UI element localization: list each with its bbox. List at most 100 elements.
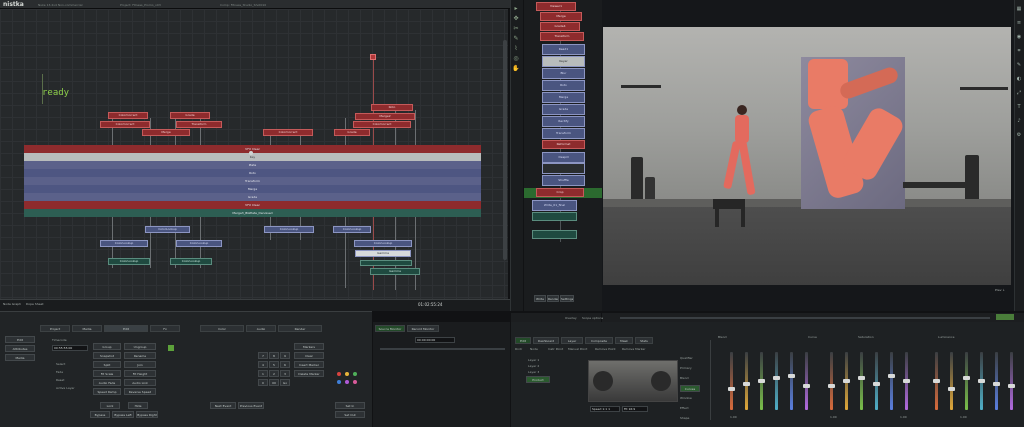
property-label[interactable]: Window bbox=[680, 396, 692, 400]
node-list-item[interactable] bbox=[532, 230, 577, 239]
property-label[interactable]: Effect bbox=[680, 406, 689, 410]
color-slider[interactable] bbox=[828, 352, 835, 410]
node-list-item[interactable]: Roto bbox=[542, 80, 585, 91]
slider-knob[interactable] bbox=[978, 379, 985, 383]
marker-button[interactable]: Delete Marker bbox=[294, 370, 324, 377]
node[interactable]: Grade bbox=[170, 112, 210, 119]
node-list-item[interactable]: Write_01_final bbox=[532, 200, 577, 211]
blade-tool-icon[interactable]: ✂ bbox=[512, 25, 520, 33]
node[interactable]: ColorLookup bbox=[176, 240, 222, 247]
overlay-label[interactable]: Overlay bbox=[565, 316, 577, 320]
color-slider[interactable] bbox=[728, 352, 735, 410]
node[interactable]: ColorLookup bbox=[145, 226, 190, 233]
tab-node-graph[interactable]: Node Graph bbox=[3, 302, 21, 306]
slider-knob[interactable] bbox=[948, 387, 955, 391]
subtab[interactable]: Manual Point bbox=[568, 347, 587, 351]
marker-button[interactable]: Set Out bbox=[335, 411, 365, 418]
color-slider[interactable] bbox=[963, 352, 970, 410]
slider-knob[interactable] bbox=[773, 376, 780, 380]
tab-dope-sheet[interactable]: Dope Sheet bbox=[26, 302, 44, 306]
slider-knob[interactable] bbox=[963, 376, 970, 380]
checkbox-label[interactable]: Fade bbox=[56, 370, 63, 374]
layer-item[interactable]: Layer 3 bbox=[528, 370, 539, 374]
color-slider[interactable] bbox=[743, 352, 750, 410]
node[interactable]: ColorCorrect bbox=[263, 129, 313, 136]
slider-knob[interactable] bbox=[858, 376, 865, 380]
numpad-key[interactable]: 9 bbox=[280, 352, 290, 359]
select-tool-icon[interactable]: ▸ bbox=[512, 5, 520, 13]
numpad-key[interactable]: 7 bbox=[258, 352, 268, 359]
track-band[interactable]: Roto bbox=[24, 169, 481, 177]
node-list-item[interactable]: Merge bbox=[542, 92, 585, 103]
edit-button[interactable]: Snapshot bbox=[93, 352, 121, 359]
node[interactable]: Gamma bbox=[370, 268, 420, 275]
numpad-key[interactable]: 0 bbox=[258, 379, 268, 386]
edit-button[interactable]: Fit Scale bbox=[93, 370, 121, 377]
speed-field[interactable]: Speed 1:1 1 bbox=[590, 406, 620, 412]
marker-button[interactable]: Set In bbox=[335, 402, 365, 409]
numpad-key[interactable]: 3 bbox=[280, 370, 290, 377]
color-slider[interactable] bbox=[978, 352, 985, 410]
viewer-image[interactable] bbox=[603, 27, 1011, 285]
node-list-item[interactable]: Reformat bbox=[542, 140, 585, 149]
node[interactable]: Gamma bbox=[355, 250, 411, 257]
tab-fx[interactable]: Fx bbox=[150, 325, 180, 332]
color-slider[interactable] bbox=[803, 352, 810, 410]
color-slider[interactable] bbox=[773, 352, 780, 410]
edit-button[interactable]: Rename bbox=[124, 352, 156, 359]
numpad-key[interactable]: 1 bbox=[258, 370, 268, 377]
node-list-item[interactable]: Shuffle bbox=[542, 175, 585, 186]
layer-item[interactable]: Layer 1 bbox=[528, 358, 539, 362]
color-swatch[interactable] bbox=[353, 372, 357, 376]
tab-project[interactable]: Project bbox=[40, 325, 70, 332]
node[interactable]: Grade bbox=[334, 129, 370, 136]
node-list-item[interactable]: Grade4 bbox=[540, 22, 580, 31]
color-slider[interactable] bbox=[888, 352, 895, 410]
brush-icon[interactable]: ✎ bbox=[1016, 62, 1022, 68]
subtab[interactable]: Node bbox=[530, 347, 538, 351]
zoom-field[interactable]: Fit 16:9 bbox=[622, 406, 648, 412]
node[interactable]: ColorLookup bbox=[354, 240, 412, 247]
node-list-item[interactable]: Crop bbox=[536, 188, 584, 197]
color-slider[interactable] bbox=[843, 352, 850, 410]
track-band[interactable]: Merge3_BGPlate_Denoised bbox=[24, 209, 481, 217]
tab-edit[interactable]: Edit bbox=[104, 325, 148, 332]
track-band[interactable]: Merge bbox=[24, 185, 481, 193]
slider-knob[interactable] bbox=[873, 382, 880, 386]
numpad-key[interactable]: 00 bbox=[269, 379, 279, 386]
bypass-left-button[interactable]: Bypass Left bbox=[112, 411, 134, 418]
property-label[interactable]: Shape bbox=[680, 416, 689, 420]
tab-color[interactable]: Color bbox=[200, 325, 244, 332]
edit-button[interactable]: Split bbox=[93, 361, 121, 368]
node[interactable]: ColorLookup bbox=[170, 258, 212, 265]
tab-layer[interactable]: Layer bbox=[561, 337, 583, 344]
monitor-scrub[interactable] bbox=[380, 348, 505, 350]
numpad-key[interactable]: 6 bbox=[280, 361, 290, 368]
render-button[interactable]: Render bbox=[547, 295, 559, 302]
scope-options-label[interactable]: Scope options bbox=[582, 316, 603, 320]
timeline-scrollbar[interactable] bbox=[503, 40, 507, 260]
node[interactable]: ColorLookup bbox=[108, 258, 150, 265]
write-button[interactable]: Write bbox=[534, 295, 546, 302]
node[interactable]: ColorCorrect bbox=[100, 121, 150, 128]
subtab[interactable]: Rndr bbox=[515, 347, 522, 351]
node[interactable]: Merge bbox=[142, 129, 190, 136]
tab-dashboard[interactable]: Dashboard bbox=[533, 337, 559, 344]
slider-knob[interactable] bbox=[933, 379, 940, 383]
checkbox-label[interactable]: Reset bbox=[56, 378, 64, 382]
property-label[interactable]: Blend bbox=[680, 376, 689, 380]
slider-knob[interactable] bbox=[758, 379, 765, 383]
tab-composite[interactable]: Composite bbox=[585, 337, 613, 344]
bypass-right-button[interactable]: Bypass Right bbox=[136, 411, 158, 418]
tab-record-monitor[interactable]: Record Monitor bbox=[407, 325, 439, 332]
settings-icon[interactable]: ⚙ bbox=[1016, 132, 1022, 138]
numpad-key[interactable]: 5 bbox=[269, 361, 279, 368]
move-tool-icon[interactable]: ✥ bbox=[512, 15, 520, 23]
transform-icon[interactable]: ⤢ bbox=[1016, 90, 1022, 96]
audio-icon[interactable]: ♪ bbox=[1016, 118, 1022, 124]
marker-button[interactable]: Clear bbox=[294, 352, 324, 359]
track-band[interactable]: VFX Clear bbox=[24, 201, 481, 209]
node-list-item[interactable]: Keyer bbox=[542, 56, 585, 67]
color-swatch[interactable] bbox=[337, 372, 341, 376]
track-band[interactable]: Grade bbox=[24, 193, 481, 201]
